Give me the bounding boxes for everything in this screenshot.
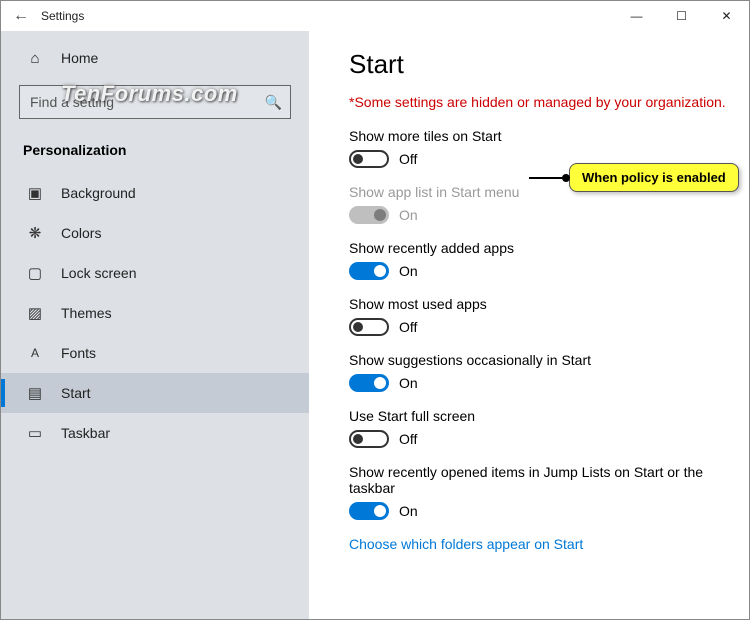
colors-icon: ❋ (23, 224, 47, 242)
toggle-state: On (399, 503, 418, 519)
nav-list: ▣ Background ❋ Colors ▢ Lock screen ▨ Th… (1, 167, 309, 453)
toggle-state: On (399, 263, 418, 279)
setting-show-more-tiles: Show more tiles on Start Off (349, 128, 731, 168)
nav-item-label: Colors (61, 225, 101, 241)
nav-item-label: Start (61, 385, 91, 401)
nav-item-label: Taskbar (61, 425, 110, 441)
setting-most-used: Show most used apps Off (349, 296, 731, 336)
category-header: Personalization (1, 133, 309, 167)
nav-home-label: Home (61, 50, 98, 66)
setting-label: Use Start full screen (349, 408, 731, 424)
maximize-button[interactable]: ☐ (659, 1, 704, 31)
taskbar-icon: ▭ (23, 424, 47, 442)
nav-item-label: Lock screen (61, 265, 136, 281)
settings-window: ← Settings — ☐ ✕ ⌂ Home TenForums.com 🔍 … (0, 0, 750, 620)
nav-item-colors[interactable]: ❋ Colors (1, 213, 309, 253)
toggle-state: Off (399, 319, 417, 335)
nav-item-background[interactable]: ▣ Background (1, 173, 309, 213)
sidebar: ⌂ Home TenForums.com 🔍 Personalization ▣… (1, 31, 309, 619)
page-heading: Start (349, 49, 731, 80)
setting-suggestions: Show suggestions occasionally in Start O… (349, 352, 731, 392)
policy-note: *Some settings are hidden or managed by … (349, 94, 731, 110)
setting-label: Show most used apps (349, 296, 731, 312)
search-box[interactable]: 🔍 (19, 85, 291, 119)
toggle-state: On (399, 207, 418, 223)
nav-item-start[interactable]: ▤ Start (1, 373, 309, 413)
search-input[interactable] (28, 93, 265, 111)
window-title: Settings (41, 9, 614, 23)
setting-jump-lists: Show recently opened items in Jump Lists… (349, 464, 731, 520)
fonts-icon: A (23, 346, 47, 360)
setting-show-app-list: Show app list in Start menu On (349, 184, 731, 224)
home-icon: ⌂ (23, 50, 47, 67)
nav-item-label: Fonts (61, 345, 96, 361)
search-icon: 🔍 (265, 94, 282, 111)
setting-label: Show more tiles on Start (349, 128, 731, 144)
titlebar: ← Settings — ☐ ✕ (1, 1, 749, 31)
toggle-recently-added[interactable] (349, 262, 389, 280)
toggle-state: Off (399, 431, 417, 447)
setting-label: Show recently added apps (349, 240, 731, 256)
toggle-state: Off (399, 151, 417, 167)
toggle-show-more-tiles[interactable] (349, 150, 389, 168)
toggle-most-used[interactable] (349, 318, 389, 336)
start-icon: ▤ (23, 384, 47, 402)
toggle-jump-lists[interactable] (349, 502, 389, 520)
setting-label: Show recently opened items in Jump Lists… (349, 464, 731, 496)
toggle-state: On (399, 375, 418, 391)
nav-item-label: Background (61, 185, 136, 201)
nav-item-lockscreen[interactable]: ▢ Lock screen (1, 253, 309, 293)
setting-recently-added: Show recently added apps On (349, 240, 731, 280)
close-button[interactable]: ✕ (704, 1, 749, 31)
callout-line (529, 177, 569, 179)
nav-item-taskbar[interactable]: ▭ Taskbar (1, 413, 309, 453)
toggle-suggestions[interactable] (349, 374, 389, 392)
main-panel: Start *Some settings are hidden or manag… (309, 31, 749, 619)
back-button[interactable]: ← (1, 7, 41, 25)
nav-item-label: Themes (61, 305, 112, 321)
lockscreen-icon: ▢ (23, 264, 47, 282)
link-choose-folders[interactable]: Choose which folders appear on Start (349, 536, 731, 552)
background-icon: ▣ (23, 184, 47, 202)
themes-icon: ▨ (23, 304, 47, 322)
setting-label: Show suggestions occasionally in Start (349, 352, 731, 368)
window-controls: — ☐ ✕ (614, 1, 749, 31)
nav-item-themes[interactable]: ▨ Themes (1, 293, 309, 333)
toggle-show-app-list (349, 206, 389, 224)
minimize-button[interactable]: — (614, 1, 659, 31)
setting-fullscreen: Use Start full screen Off (349, 408, 731, 448)
setting-label: Show app list in Start menu (349, 184, 731, 200)
nav-item-fonts[interactable]: A Fonts (1, 333, 309, 373)
nav-home[interactable]: ⌂ Home (1, 39, 309, 77)
toggle-fullscreen[interactable] (349, 430, 389, 448)
